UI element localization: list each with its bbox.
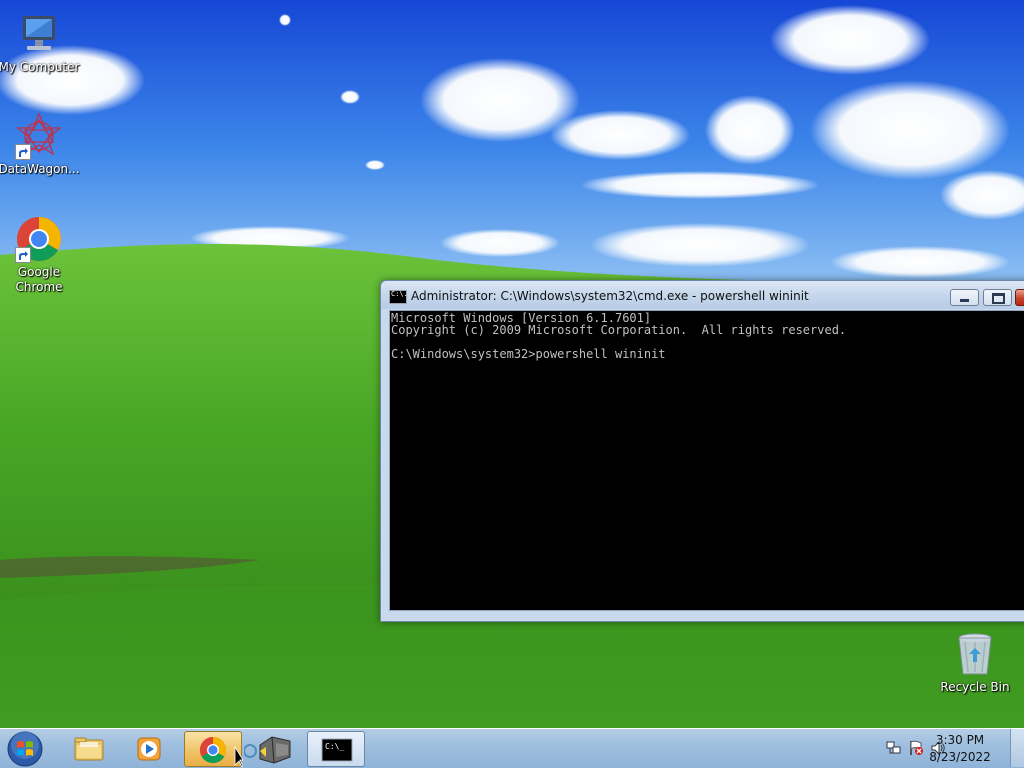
- system-tray: 3:30 PM 8/23/2022: [854, 729, 1024, 767]
- desktop-icon-label: DataWagon...: [0, 162, 80, 176]
- windows-logo-icon: [7, 731, 43, 767]
- app-icon: [243, 736, 291, 764]
- shortcut-arrow-icon: [15, 144, 31, 160]
- chrome-icon: [199, 736, 244, 768]
- taskbar-media-player-button[interactable]: [120, 731, 178, 767]
- desktop-icon-label: My Computer: [0, 60, 80, 74]
- desktop-icon-my-computer[interactable]: My Computer: [0, 10, 81, 75]
- media-player-icon: [137, 737, 161, 761]
- clock-date[interactable]: 8/23/2022: [920, 750, 1000, 764]
- taskbar-cmd-button[interactable]: C:\_: [307, 731, 365, 767]
- folder-icon: [74, 737, 104, 761]
- maximize-button[interactable]: [983, 289, 1012, 306]
- desktop-icon-label: Recycle Bin: [940, 680, 1010, 694]
- close-button[interactable]: [1015, 289, 1024, 306]
- shortcut-arrow-icon: [15, 247, 31, 263]
- console-output[interactable]: Microsoft Windows [Version 6.1.7601] Copy…: [389, 310, 1024, 611]
- network-icon[interactable]: [886, 740, 902, 756]
- cmd-window[interactable]: C:\. Administrator: C:\Windows\system32\…: [380, 280, 1024, 622]
- taskbar-explorer-button[interactable]: [60, 731, 118, 767]
- datawagon-icon: [15, 112, 63, 160]
- desktop-icon-google-chrome[interactable]: Google Chrome: [0, 215, 81, 295]
- cmd-title-bar[interactable]: C:\. Administrator: C:\Windows\system32\…: [381, 281, 1024, 309]
- desktop-icon-recycle-bin[interactable]: Recycle Bin: [933, 630, 1017, 695]
- start-button[interactable]: [6, 731, 44, 767]
- desktop: My Computer DataWagon... Google Chrome R…: [0, 0, 1024, 768]
- desktop-icon-label: Google Chrome: [15, 265, 63, 294]
- cmd-icon-text: C:\.: [391, 290, 408, 298]
- taskbar-chrome-button[interactable]: [184, 731, 244, 768]
- window-title: Administrator: C:\Windows\system32\cmd.e…: [411, 289, 809, 303]
- cmd-icon-text: C:\_: [325, 742, 344, 751]
- taskbar: C:\_ 3:30 PM 8/23/2022: [0, 728, 1024, 768]
- cmd-icon: C:\_: [321, 738, 353, 762]
- console-prompt-line: C:\Windows\system32>powershell wininit: [391, 347, 666, 361]
- minimize-button[interactable]: [950, 289, 979, 306]
- cmd-icon: C:\.: [389, 290, 408, 304]
- taskbar-app-button[interactable]: [243, 731, 302, 767]
- desktop-icon-datawagon[interactable]: DataWagon...: [0, 112, 81, 177]
- clock-time[interactable]: 3:30 PM: [920, 733, 1000, 747]
- show-desktop-button[interactable]: [1010, 729, 1024, 767]
- recycle-bin-icon: [951, 630, 999, 678]
- console-line: Copyright (c) 2009 Microsoft Corporation…: [391, 323, 847, 337]
- chrome-icon: [15, 215, 63, 263]
- computer-icon: [15, 10, 63, 58]
